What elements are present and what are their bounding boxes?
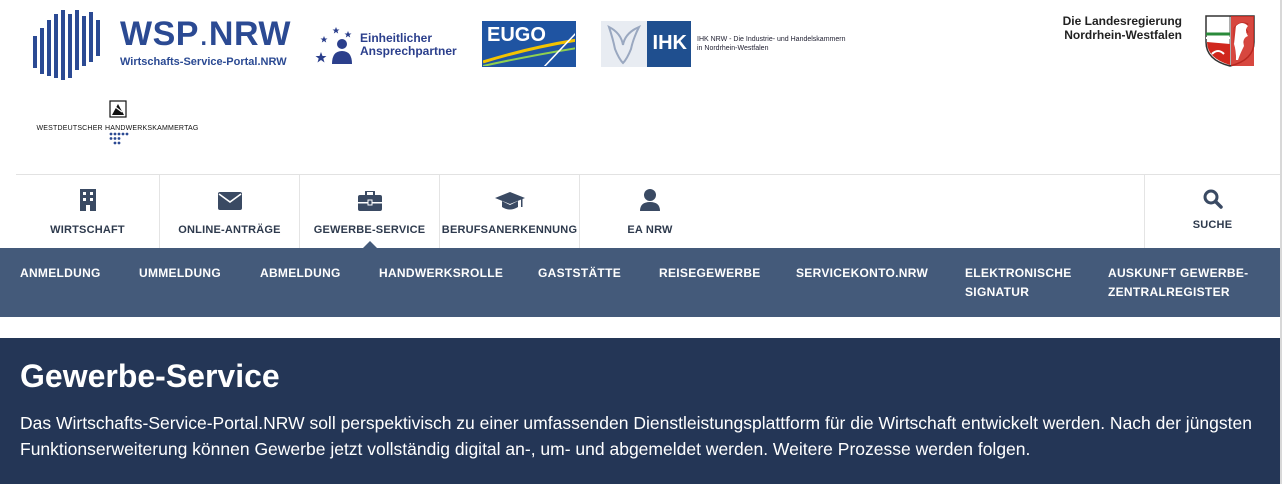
subnav-label: HANDWERKSROLLE	[379, 266, 504, 280]
handwerk-emblem-icon	[108, 100, 127, 118]
ihk-small-line1: IHK NRW - Die Industrie- und Handelskamm…	[697, 36, 846, 43]
subnav-label-line2: SIGNATUR	[965, 285, 1030, 299]
nrw-coat-of-arms-icon[interactable]	[1204, 14, 1256, 68]
subnav-item-gaststaette[interactable]: GASTSTÄTTE	[538, 264, 621, 283]
nav-spacer	[720, 175, 1145, 248]
subnav-item-anmeldung[interactable]: ANMELDUNG	[20, 264, 101, 283]
subnav-label-line2: ZENTRALREGISTER	[1108, 285, 1230, 299]
nav-label-online-antraege: ONLINE-ANTRÄGE	[178, 224, 281, 236]
einheitlicher-ansprechpartner-logo[interactable]: Einheitlicher Ansprechpartner	[314, 22, 464, 68]
nav-label-berufsanerkennung: BERUFSANERKENNUNG	[441, 224, 578, 236]
subnav-item-ummeldung[interactable]: UMMELDUNG	[139, 264, 221, 283]
eugo-logo[interactable]: EUGO	[482, 21, 576, 67]
hero-description: Das Wirtschafts-Service-Portal.NRW soll …	[20, 413, 1252, 459]
nav-label-suche: SUCHE	[1192, 219, 1233, 231]
user-icon	[640, 189, 660, 211]
nav-item-gewerbe-service[interactable]: GEWERBE-SERVICE	[300, 175, 440, 249]
ihk-nrw-logo[interactable]: IHK IHK NRW - Die Industrie- und Handels…	[601, 21, 871, 67]
nav-item-ea-nrw[interactable]: EA NRW	[580, 175, 720, 249]
nav-item-suche[interactable]: SUCHE	[1145, 175, 1280, 249]
subnav-item-reisegewerbe[interactable]: REISEGEWERBE	[659, 264, 761, 283]
subnav-label: ANMELDUNG	[20, 266, 101, 280]
subnav-item-servicekonto[interactable]: SERVICEKONTO.NRW	[796, 264, 928, 283]
subnav-label-line1: AUSKUNFT GEWERBE-	[1108, 266, 1249, 280]
ihk-eagle-icon	[601, 21, 647, 67]
envelope-icon	[217, 192, 242, 210]
subnav-label: GASTSTÄTTE	[538, 266, 621, 280]
eu-stars-person-icon	[315, 27, 352, 64]
nrw-map-icon	[33, 10, 100, 80]
subnav-item-auskunft-gewerbezentralregister[interactable]: AUSKUNFT GEWERBE- ZENTRALREGISTER	[1108, 264, 1248, 302]
landesregierung-line2: Nordrhein-Westfalen	[1064, 28, 1182, 42]
sub-navigation: ANMELDUNG UMMELDUNG ABMELDUNG HANDWERKSR…	[0, 248, 1280, 317]
eap-line2: Ansprechpartner	[360, 44, 457, 58]
wsp-title: WSP.NRW	[120, 16, 291, 52]
subnav-label: UMMELDUNG	[139, 266, 222, 280]
hwk-dots-icon	[109, 132, 128, 145]
wsp-title-main: WSP	[120, 15, 199, 53]
wsp-subtitle: Wirtschafts-Service-Portal.NRW	[120, 56, 287, 68]
eugo-text: EUGO	[487, 24, 546, 46]
nav-item-berufsanerkennung[interactable]: BERUFSANERKENNUNG	[440, 175, 580, 249]
graduation-cap-icon	[494, 192, 525, 210]
search-icon	[1203, 189, 1223, 209]
main-navigation: WIRTSCHAFT ONLINE-ANTRÄGE GEWERBE-SERVIC…	[16, 174, 1280, 249]
handwerkskammertag-logo[interactable]: WESTDEUTSCHER HANDWERKSKAMMERTAG	[30, 100, 205, 148]
subnav-item-elektronische-signatur[interactable]: ELEKTRONISCHE SIGNATUR	[965, 264, 1072, 302]
building-icon	[79, 189, 96, 211]
hwk-label: WESTDEUTSCHER HANDWERKSKAMMERTAG	[36, 125, 199, 132]
ihk-small-line2: in Nordrhein-Westfalen	[697, 45, 769, 52]
subnav-item-handwerksrolle[interactable]: HANDWERKSROLLE	[379, 264, 503, 283]
subnav-label: SERVICEKONTO.NRW	[796, 266, 929, 280]
briefcase-icon	[357, 191, 382, 211]
wsp-title-suffix: NRW	[208, 15, 291, 53]
nav-item-wirtschaft[interactable]: WIRTSCHAFT	[16, 175, 160, 249]
ihk-word: IHK	[652, 32, 687, 54]
landesregierung-nrw-text[interactable]: Die Landesregierung Nordrhein-Westfalen	[1040, 14, 1182, 42]
page-title: Gewerbe-Service	[20, 358, 280, 394]
hero-section: Gewerbe-Service Das Wirtschafts-Service-…	[0, 338, 1280, 484]
subnav-label-line1: ELEKTRONISCHE	[965, 266, 1072, 280]
nav-label-gewerbe-service: GEWERBE-SERVICE	[313, 224, 426, 236]
wsp-title-dot: .	[198, 15, 209, 53]
nav-label-ea-nrw: EA NRW	[627, 224, 673, 236]
nav-label-wirtschaft: WIRTSCHAFT	[50, 224, 125, 236]
subnav-label: REISEGEWERBE	[659, 266, 761, 280]
wsp-nrw-logo[interactable]: WSP.NRW Wirtschafts-Service-Portal.NRW	[30, 6, 295, 86]
landesregierung-line1: Die Landesregierung	[1062, 14, 1182, 28]
page: WSP.NRW Wirtschafts-Service-Portal.NRW E…	[0, 0, 1282, 484]
ihk-box: IHK	[601, 21, 691, 67]
subnav-item-abmeldung[interactable]: ABMELDUNG	[260, 264, 341, 283]
subnav-label: ABMELDUNG	[260, 266, 341, 280]
nav-item-online-antraege[interactable]: ONLINE-ANTRÄGE	[160, 175, 300, 249]
